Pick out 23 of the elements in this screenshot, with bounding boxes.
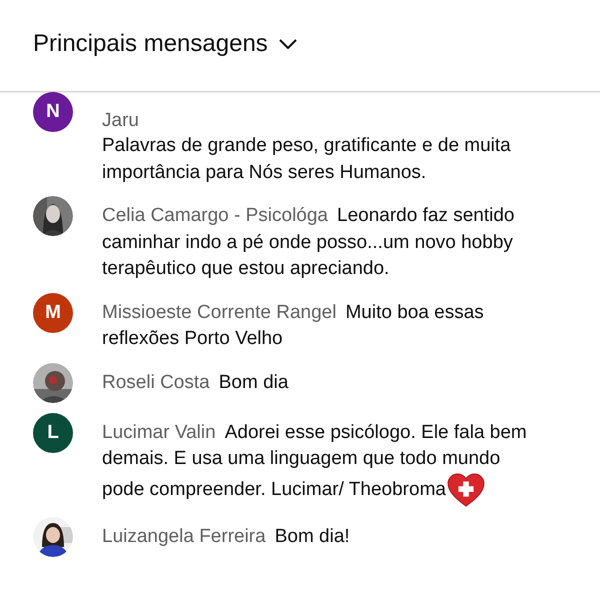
comment-text: reflexões Porto Velho	[102, 327, 283, 351]
comment-text: Bom dia	[218, 370, 288, 394]
author-name[interactable]: Roseli Costa	[102, 370, 210, 396]
chevron-down-icon	[278, 38, 298, 50]
comment-text: Leonardo faz sentido	[337, 204, 514, 228]
avatar: N	[33, 92, 73, 132]
comment-text: caminhar indo a pé onde posso...um novo hobby	[102, 230, 513, 254]
author-name[interactable]: Missioeste Corrente Rangel	[102, 300, 336, 326]
comment-text: Palavras de grande peso, gratificante e de muita	[102, 134, 511, 158]
avatar: L	[33, 412, 73, 452]
author-name[interactable]: Luizangela Ferreira	[102, 524, 266, 550]
author-name[interactable]: Jaru	[102, 108, 542, 133]
comment-text: pode compreender. Lucimar/ Theobroma	[102, 478, 446, 502]
author-name[interactable]: Lucimar Valin	[102, 420, 216, 446]
author-name[interactable]: Celia Camargo - Psicológa	[102, 203, 328, 230]
comment-text: Adorei esse psicólogo. Ele fala bem	[224, 420, 527, 444]
comment-text: Bom dia!	[274, 524, 350, 548]
comment-text: Muito boa essas	[345, 300, 484, 324]
avatar: M	[33, 292, 73, 332]
comment-text: terapêutico que estou apreciando.	[102, 257, 390, 281]
sort-menu-button[interactable]: Principais mensagens	[33, 30, 298, 58]
comment-text: demais. E usa uma linguagem que todo mundo	[102, 447, 500, 471]
comment-text: importância para Nós seres Humanos.	[102, 160, 426, 184]
